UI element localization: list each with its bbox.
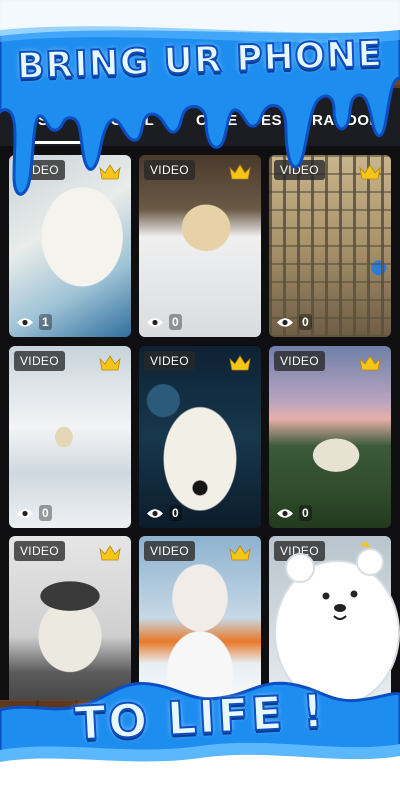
eye-icon xyxy=(277,317,293,327)
view-count: 0 xyxy=(17,505,52,521)
paint-drips-top xyxy=(0,0,400,196)
view-count-value: 0 xyxy=(172,506,179,520)
crown-icon xyxy=(99,355,121,371)
crown-icon xyxy=(99,545,121,561)
eye-icon xyxy=(277,508,293,518)
view-count-value: 0 xyxy=(42,506,49,520)
view-count: 0 xyxy=(277,505,312,521)
video-badge: VIDEO xyxy=(14,351,65,371)
crown-icon xyxy=(229,545,251,561)
view-count-value: 1 xyxy=(42,315,49,329)
eye-icon xyxy=(147,317,163,327)
wallpaper-card[interactable]: VIDEO 0 xyxy=(139,346,261,528)
thumbnail-painted-bear xyxy=(139,346,261,528)
video-badge: VIDEO xyxy=(14,541,65,561)
eye-icon xyxy=(147,508,163,518)
eye-icon xyxy=(17,317,33,327)
view-count-value: 0 xyxy=(172,315,179,329)
view-count: 0 xyxy=(277,314,312,330)
view-count: 0 xyxy=(147,505,182,521)
crown-icon xyxy=(359,355,381,371)
crown-icon xyxy=(229,355,251,371)
video-badge: VIDEO xyxy=(144,541,195,561)
view-count: 0 xyxy=(147,314,182,330)
wallpaper-card[interactable]: VIDEO 0 xyxy=(9,346,131,528)
thumbnail-bear-tundra-sunset xyxy=(269,346,391,528)
eye-icon xyxy=(17,508,33,518)
view-count-value: 0 xyxy=(302,315,309,329)
video-badge: VIDEO xyxy=(144,351,195,371)
thumbnail-bear-on-ice xyxy=(9,346,131,528)
wallpaper-card[interactable]: VIDEO 0 xyxy=(269,346,391,528)
view-count: 1 xyxy=(17,314,52,330)
video-badge: VIDEO xyxy=(274,351,325,371)
view-count-value: 0 xyxy=(302,506,309,520)
